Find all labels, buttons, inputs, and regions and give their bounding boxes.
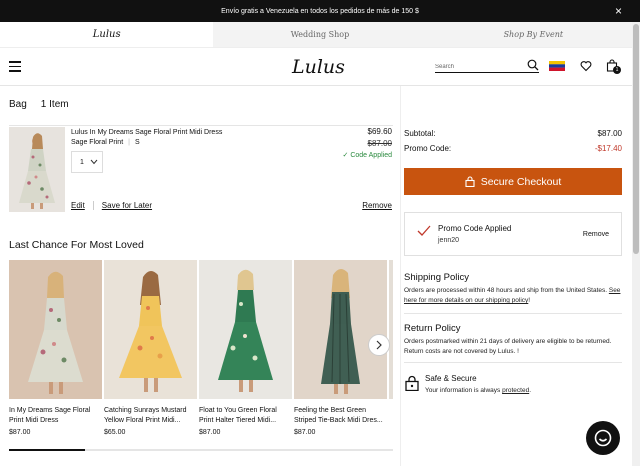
bag-item-original-price: $87.00 (367, 139, 392, 148)
shipping-policy-text: Orders are processed within 48 hours and… (404, 287, 621, 304)
heart-icon[interactable] (580, 60, 592, 72)
promo-label: Promo Code: (404, 144, 452, 153)
checkout-label: Secure Checkout (480, 175, 562, 188)
close-icon[interactable]: × (615, 4, 622, 18)
product-name[interactable]: Catching Sunrays Mustard Yellow Floral P… (104, 406, 197, 426)
shipping-policy: Shipping Policy Orders are processed wit… (404, 272, 622, 306)
shipping-policy-title: Shipping Policy (404, 272, 469, 283)
chat-button[interactable] (586, 421, 620, 455)
promo-value: -$17.40 (594, 144, 622, 153)
lock-icon (405, 375, 419, 391)
product-card[interactable]: In My Dreams Sage Floral Print Midi Dres… (9, 260, 102, 436)
tab-shop-by-event[interactable]: Shop By Event (426, 22, 640, 47)
divider (400, 86, 401, 466)
promo-bar: Envío gratis a Venezuela en todos los pe… (0, 0, 640, 22)
divider (404, 362, 622, 363)
return-policy-text: Orders postmarked within 21 days of deli… (404, 338, 612, 355)
bag-item-options: Sage Floral Print | S (71, 139, 140, 146)
bag-item-image[interactable] (9, 127, 65, 212)
protected-link[interactable]: protected (502, 387, 529, 394)
venezuela-flag-icon[interactable] (549, 61, 565, 71)
quantity-select[interactable]: 1 (71, 151, 103, 173)
divider (404, 313, 622, 314)
quantity-value: 1 (80, 158, 84, 166)
product-card[interactable]: Catching Sunrays Mustard Yellow Floral P… (104, 260, 197, 436)
bag-item: Lulus In My Dreams Sage Floral Print Mid… (9, 125, 393, 215)
edit-link[interactable]: Edit (71, 201, 85, 210)
product-image[interactable] (104, 260, 197, 399)
product-name[interactable]: Feeling the Best Green Striped Tie-Back … (294, 406, 387, 426)
promo-applied-title: Promo Code Applied (438, 224, 512, 233)
product-image[interactable] (199, 260, 292, 399)
product-name[interactable]: Float to You Green Floral Print Halter T… (199, 406, 292, 426)
bag-item-count: 1 Item (40, 99, 69, 110)
site-logo[interactable]: Lulus (292, 56, 345, 78)
promo-code-value: jenn20 (438, 237, 460, 244)
subtotal-row: Subtotal: $87.00 (404, 129, 622, 144)
code-applied-label: ✓ Code Applied (342, 152, 392, 159)
bag-item-color: Sage Floral Print (71, 139, 124, 146)
bag-label: Bag (9, 99, 27, 110)
product-price: $65.00 (104, 429, 126, 436)
page-scroll-thumb[interactable] (633, 24, 639, 254)
product-carousel: In My Dreams Sage Floral Print Midi Dres… (9, 260, 393, 450)
tab-lulus[interactable]: Lulus (0, 22, 214, 47)
lock-icon (465, 176, 475, 187)
carousel-next-button[interactable] (368, 334, 390, 356)
product-image[interactable] (389, 260, 393, 399)
bag-item-name[interactable]: Lulus In My Dreams Sage Floral Print Mid… (71, 128, 231, 138)
hamburger-menu-icon[interactable] (9, 61, 21, 72)
chat-icon (594, 429, 612, 447)
product-card[interactable]: Float to You Green Floral Print Halter T… (199, 260, 292, 436)
order-summary: Subtotal: $87.00 Promo Code: -$17.40 (404, 129, 622, 159)
subtotal-label: Subtotal: (404, 129, 436, 138)
carousel-scroll-thumb[interactable] (9, 449, 85, 451)
subtotal-value: $87.00 (597, 129, 622, 138)
remove-promo-link[interactable]: Remove (583, 231, 609, 238)
product-price: $87.00 (9, 429, 31, 436)
tab-wedding-shop[interactable]: Wedding Shop (213, 22, 427, 47)
product-card[interactable] (389, 260, 393, 399)
chevron-right-icon (376, 340, 382, 350)
search-input[interactable] (435, 63, 523, 70)
product-image[interactable] (294, 260, 387, 399)
product-image[interactable] (9, 260, 102, 399)
carousel-scrollbar[interactable] (9, 449, 393, 451)
product-price: $87.00 (294, 429, 316, 436)
divider (92, 201, 94, 210)
section-title: Last Chance For Most Loved (9, 239, 144, 251)
bag-count-badge: 1 (613, 66, 621, 74)
brand-tabs: Lulus Wedding Shop Shop By Event (0, 22, 640, 48)
bag-item-actions: Edit Save for Later (71, 201, 152, 210)
return-policy-title: Return Policy (404, 323, 461, 334)
checkmark-icon (417, 225, 431, 236)
product-price: $87.00 (199, 429, 221, 436)
return-policy: Return Policy Orders postmarked within 2… (404, 323, 622, 357)
chevron-down-icon (90, 159, 98, 165)
site-header: Lulus 1 (0, 48, 640, 86)
promo-code-box: Promo Code Applied jenn20 Remove (404, 212, 622, 256)
promo-bar-text: Envío gratis a Venezuela en todos los pe… (221, 7, 419, 15)
search-icon[interactable] (527, 59, 539, 71)
bag-title: Bag 1 Item (9, 99, 69, 110)
search-bar (435, 59, 539, 73)
secure-checkout-button[interactable]: Secure Checkout (404, 168, 622, 195)
product-name[interactable]: In My Dreams Sage Floral Print Midi Dres… (9, 406, 102, 426)
remove-item-link[interactable]: Remove (362, 201, 392, 210)
safe-secure-text: Your information is always protected. (425, 387, 531, 394)
page-scrollbar[interactable] (632, 22, 640, 466)
bag-item-sale-price: $69.60 (367, 127, 392, 136)
bag-item-size: S (134, 139, 140, 146)
save-for-later-link[interactable]: Save for Later (102, 201, 152, 210)
safe-secure-title: Safe & Secure (425, 374, 477, 383)
promo-row: Promo Code: -$17.40 (404, 144, 622, 159)
